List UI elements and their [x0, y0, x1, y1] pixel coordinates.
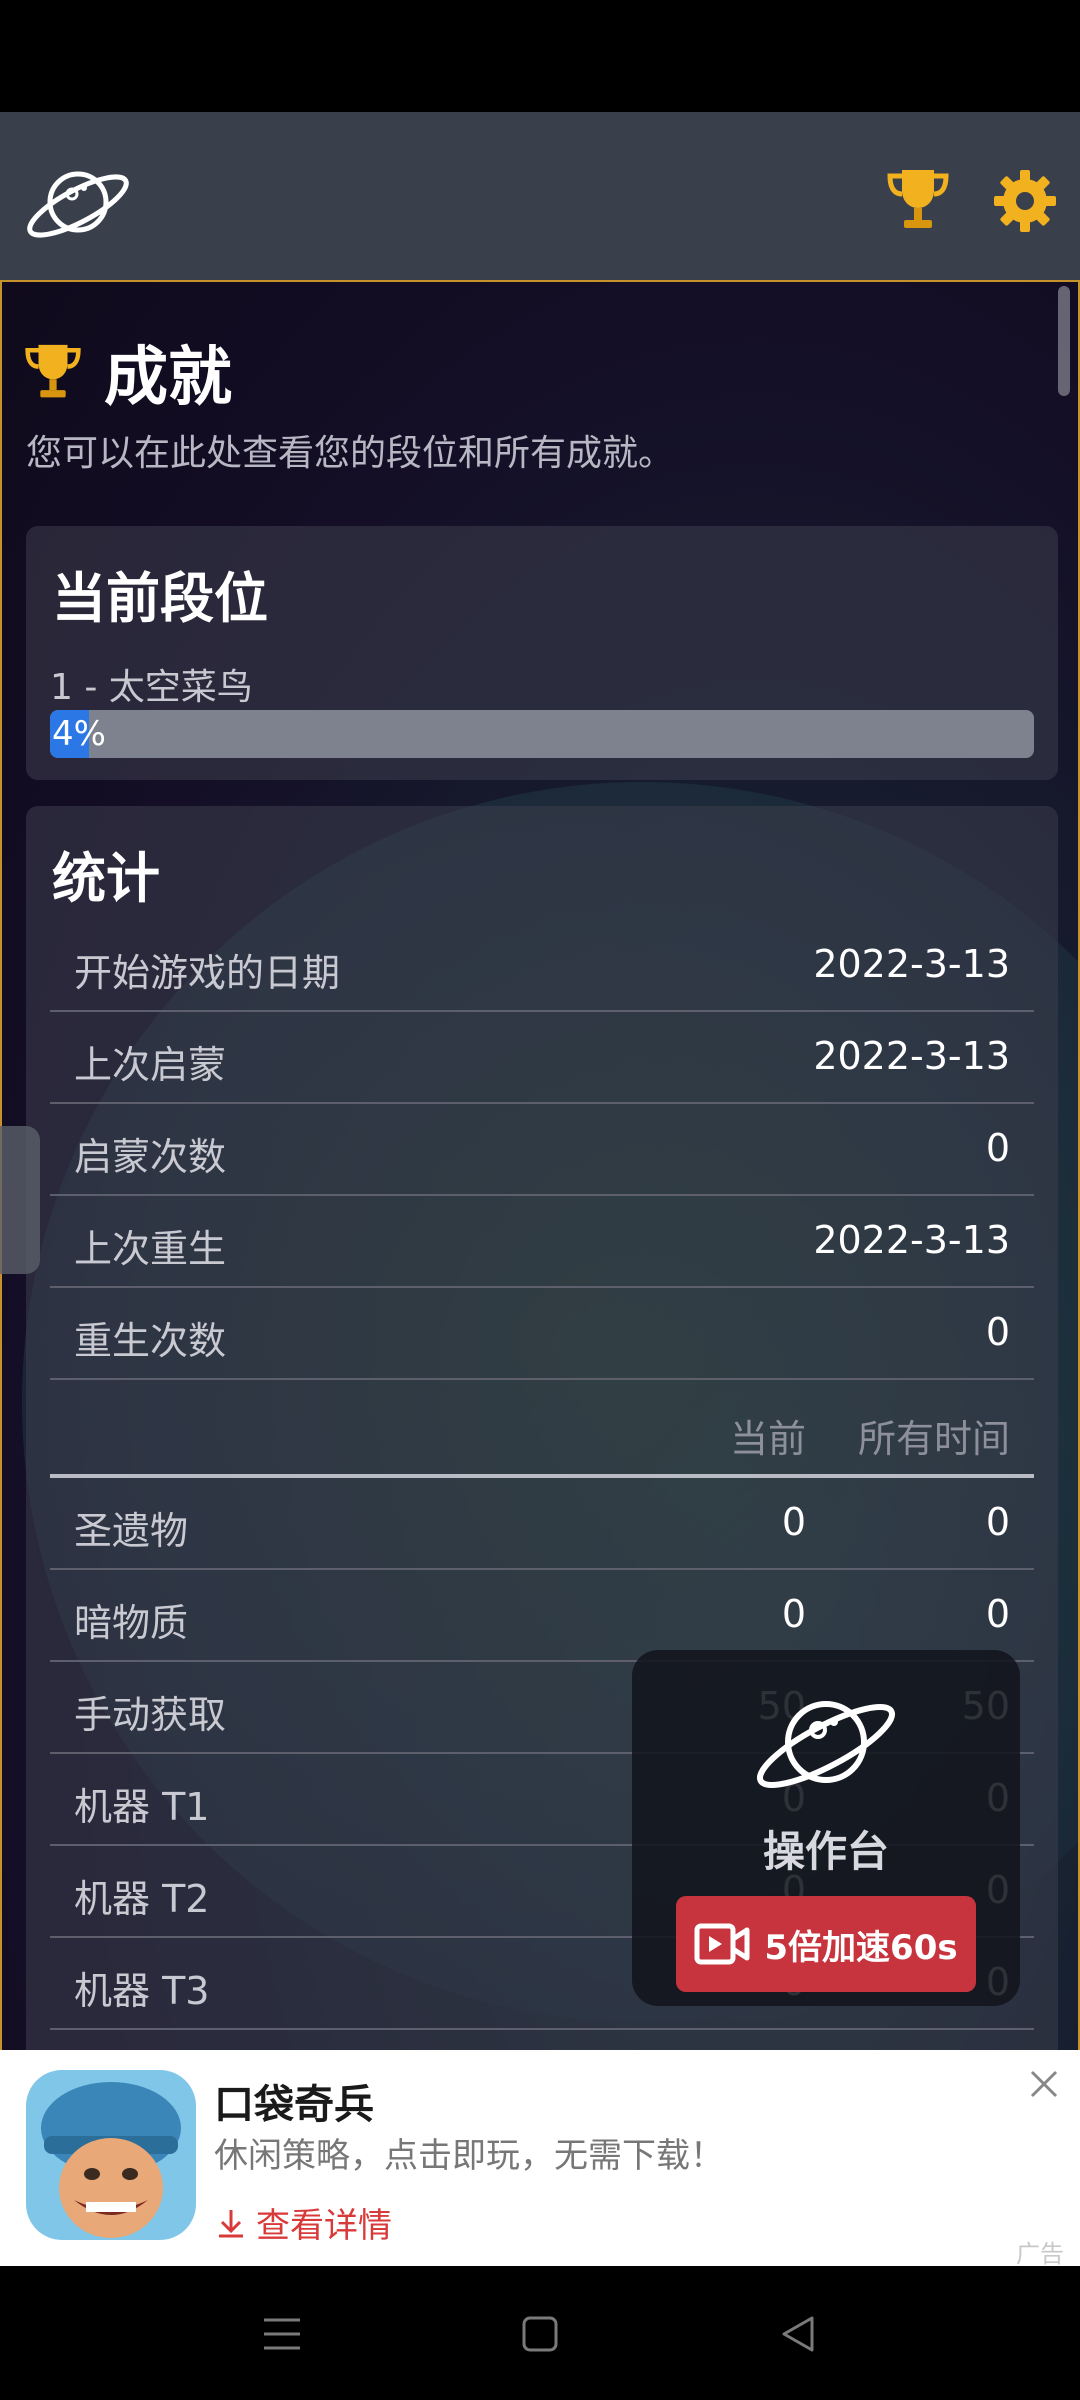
stat-label: 机器 T2	[74, 1877, 210, 1921]
console-overlay[interactable]: 操作台 5倍加速60s	[632, 1650, 1020, 2006]
stat-label: 机器 T1	[74, 1785, 210, 1829]
achievements-page[interactable]: 成就 您可以在此处查看您的段位和所有成就。 当前段位 1 - 太空菜鸟 4% 统…	[0, 282, 1080, 2050]
stat-label: 上次重生	[74, 1227, 227, 1271]
ad-details-link[interactable]: 查看详情	[214, 2198, 392, 2247]
page-title: 成就	[104, 341, 232, 415]
rank-progress-label: 4%	[52, 714, 106, 754]
gear-icon[interactable]	[992, 168, 1058, 234]
stat-row: 启蒙次数 0	[50, 1104, 1034, 1196]
ad-title[interactable]: 口袋奇兵	[214, 2072, 374, 2130]
video-play-icon	[694, 1923, 750, 1965]
rank-progress-bar: 4%	[50, 710, 1034, 758]
app-header	[0, 112, 1080, 282]
ad-description: 休闲策略，点击即玩，无需下载！	[214, 2136, 724, 2176]
rank-heading: 当前段位	[52, 567, 268, 630]
stat-label: 上次启蒙	[74, 1043, 227, 1087]
stats-heading: 统计	[52, 847, 160, 910]
speed-up-label: 5倍加速60s	[764, 1927, 958, 1968]
ad-banner[interactable]: 口袋奇兵 休闲策略，点击即玩，无需下载！ 查看详情 广告	[0, 2050, 1080, 2268]
stat-row: 上次重生 2022-3-13	[50, 1196, 1034, 1288]
stat-row: 重生次数 0	[50, 1288, 1034, 1380]
trophy-icon[interactable]	[886, 166, 950, 234]
console-label: 操作台	[762, 1827, 889, 1876]
rank-card: 当前段位 1 - 太空菜鸟 4%	[26, 526, 1058, 780]
side-drawer-handle[interactable]	[0, 1126, 40, 1274]
column-current: 当前	[729, 1417, 806, 1461]
ad-tag: 广告	[1016, 2240, 1064, 2268]
stat-all-time: 0	[985, 1592, 1010, 1636]
column-all-time: 所有时间	[857, 1417, 1010, 1461]
stat-value: 2022-3-13	[813, 942, 1010, 986]
stat-value: 0	[985, 1126, 1010, 1170]
stat-value: 0	[985, 1310, 1010, 1354]
stat-label: 手动获取	[74, 1693, 227, 1737]
stat-row: 暗物质 0 0	[50, 1570, 1034, 1662]
trophy-icon	[25, 344, 81, 398]
download-icon	[219, 2209, 243, 2237]
page-subtitle: 您可以在此处查看您的段位和所有成就。	[26, 433, 675, 474]
planet-icon	[756, 1701, 896, 1788]
system-nav-bar	[0, 2266, 1080, 2400]
speed-up-button[interactable]: 5倍加速60s	[676, 1896, 976, 1992]
back-icon[interactable]	[774, 2310, 822, 2358]
ad-app-icon[interactable]	[26, 2070, 196, 2240]
stat-label: 圣遗物	[74, 1509, 189, 1553]
home-icon[interactable]	[516, 2310, 564, 2358]
stat-row: 上次启蒙 2022-3-13	[50, 1012, 1034, 1104]
stat-all-time: 0	[985, 1500, 1010, 1544]
menu-icon[interactable]	[258, 2310, 306, 2358]
stat-label: 机器 T3	[74, 1969, 210, 2013]
stats-column-header: 当前 所有时间	[50, 1380, 1034, 1478]
stat-row: 圣遗物 0 0	[50, 1478, 1034, 1570]
stat-row: 开始游戏的日期 2022-3-13	[50, 920, 1034, 1012]
stat-current: 0	[781, 1592, 806, 1636]
stat-current: 0	[781, 1500, 806, 1544]
planet-icon[interactable]	[22, 162, 134, 242]
rank-name: 1 - 太空菜鸟	[50, 667, 253, 708]
stat-label: 暗物质	[74, 1601, 189, 1645]
stat-label: 开始游戏的日期	[74, 951, 341, 995]
scrollbar[interactable]	[1058, 286, 1070, 396]
status-bar	[0, 0, 1080, 112]
ad-link-label: 查看详情	[256, 2206, 392, 2246]
page-title-row: 成就	[24, 332, 232, 415]
stat-label: 重生次数	[74, 1319, 227, 1363]
stat-label: 启蒙次数	[74, 1135, 227, 1179]
stat-value: 2022-3-13	[813, 1218, 1010, 1262]
close-icon[interactable]	[1026, 2066, 1062, 2102]
stat-value: 2022-3-13	[813, 1034, 1010, 1078]
